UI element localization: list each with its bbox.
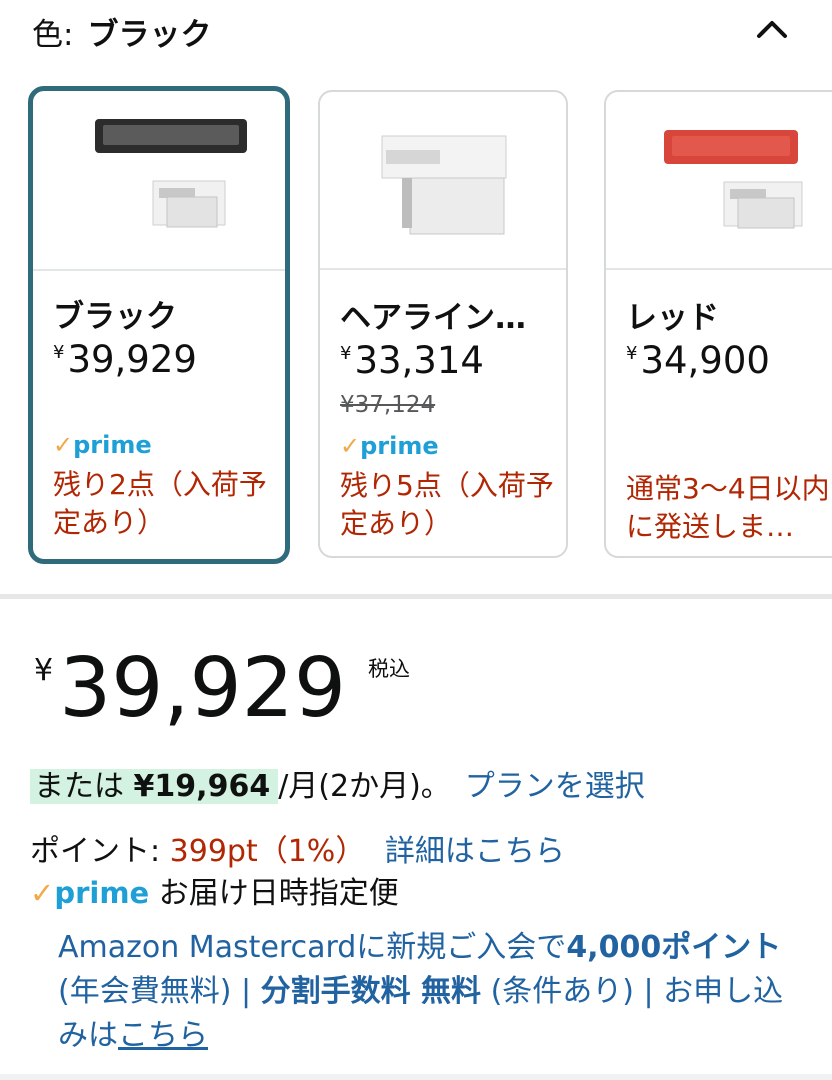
tax-note: 税込 [368,657,411,681]
mailbox-image [95,119,247,228]
installment-offer: または ¥19,964/月(2か月)。 プランを選択 [30,766,645,808]
prime-check-icon: ✓ [53,431,74,459]
section-divider [0,594,832,599]
installment-highlight: または ¥19,964 [30,769,279,804]
delivery-row: ✓prime お届け日時指定便 [30,868,399,912]
swatch-image [33,91,285,271]
collapse-button[interactable] [752,12,792,48]
price-currency: ¥ [34,653,54,688]
mastercard-promo[interactable]: Amazon Mastercardに新規ご入会で4,000ポイント (年会費無料… [58,926,798,1058]
swatch-price: ¥39,929 [53,338,197,381]
points-value: 399pt（1%） [169,834,366,869]
swatch-name: レッド [626,300,719,336]
prime-badge: ✓prime [53,431,152,459]
chevron-up-icon [757,21,787,38]
installment-period: /月(2か月)。 [278,769,451,804]
price-amount: 39,929 [59,641,347,736]
apply-link[interactable]: こちら [118,1018,208,1053]
mailbox-image [664,130,803,229]
points-label: ポイント: [30,834,161,869]
color-label: 色: [32,17,74,53]
promo-points: 4,000ポイント [566,930,782,965]
installment-amount: ¥19,964 [133,769,271,804]
swatch-red[interactable]: レッド ¥34,900 通常3〜4日以内に発送しま… [604,90,832,558]
prime-badge: ✓prime [340,432,439,460]
color-selector-header: 色: ブラック [32,14,211,56]
selected-color-value: ブラック [87,17,212,53]
list-price: ¥37,124 [340,392,436,418]
bottom-divider [0,1074,832,1080]
swatch-image [320,92,566,270]
prime-badge: ✓prime [30,876,150,910]
points-details-link[interactable]: 詳細はこちら [385,834,565,869]
color-swatch-carousel[interactable]: ブラック ¥39,929 ✓prime 残り2点（入荷予定あり） ヘアライン… … [0,86,832,566]
promo-fee-free: 分割手数料 無料 [260,974,482,1009]
mailbox-image [381,135,507,235]
swatch-price: ¥34,900 [626,339,770,382]
swatch-hairline[interactable]: ヘアライン… ¥33,314 ¥37,124 ✓prime 残り5点（入荷予定あ… [318,90,568,558]
stock-status: 残り5点（入荷予定あり） [340,469,554,540]
swatch-image [606,92,832,270]
points-row: ポイント: 399pt（1%） 詳細はこちら [30,826,565,870]
swatch-name: ヘアライン… [340,300,526,336]
main-price: ¥39,929 税込 [34,646,410,732]
delivery-text: お届け日時指定便 [158,876,399,911]
swatch-name: ブラック [53,299,177,335]
stock-status: 通常3〜4日以内に発送しま… [626,472,830,543]
prime-check-icon: ✓ [340,432,361,460]
select-plan-link[interactable]: プランを選択 [465,769,645,804]
prime-check-icon: ✓ [30,876,55,910]
stock-status: 残り2点（入荷予定あり） [53,468,267,539]
swatch-black[interactable]: ブラック ¥39,929 ✓prime 残り2点（入荷予定あり） [28,86,290,564]
swatch-price: ¥33,314 [340,339,484,382]
